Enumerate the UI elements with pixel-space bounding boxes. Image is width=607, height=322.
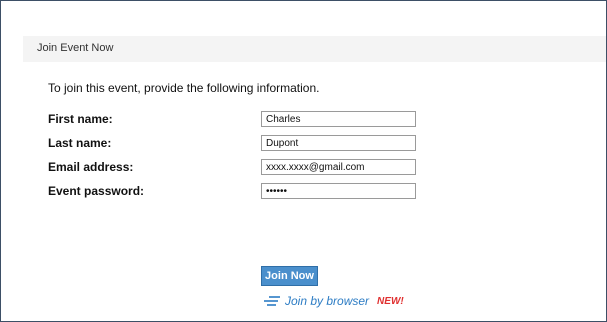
last-name-label: Last name: — [48, 136, 112, 150]
first-name-label: First name: — [48, 112, 113, 126]
email-row: Email address: — [48, 159, 448, 175]
last-name-field[interactable] — [261, 135, 416, 151]
form-instructions: To join this event, provide the followin… — [48, 81, 320, 95]
last-name-row: Last name: — [48, 135, 448, 151]
join-by-browser-link[interactable]: Join by browser NEW! — [263, 294, 404, 308]
new-badge: NEW! — [377, 295, 404, 307]
email-label: Email address: — [48, 160, 134, 174]
password-label: Event password: — [48, 184, 145, 198]
join-event-header: Join Event Now — [23, 36, 606, 62]
email-field[interactable] — [261, 159, 416, 175]
password-row: Event password: — [48, 183, 448, 199]
join-event-window: Join Event Now To join this event, provi… — [0, 0, 607, 322]
join-now-button[interactable]: Join Now — [261, 266, 318, 286]
lines-icon — [264, 296, 280, 306]
join-by-browser-label[interactable]: Join by browser — [285, 294, 369, 308]
first-name-row: First name: — [48, 111, 448, 127]
first-name-field[interactable] — [261, 111, 416, 127]
page-title: Join Event Now — [37, 42, 114, 54]
password-field[interactable] — [261, 183, 416, 199]
